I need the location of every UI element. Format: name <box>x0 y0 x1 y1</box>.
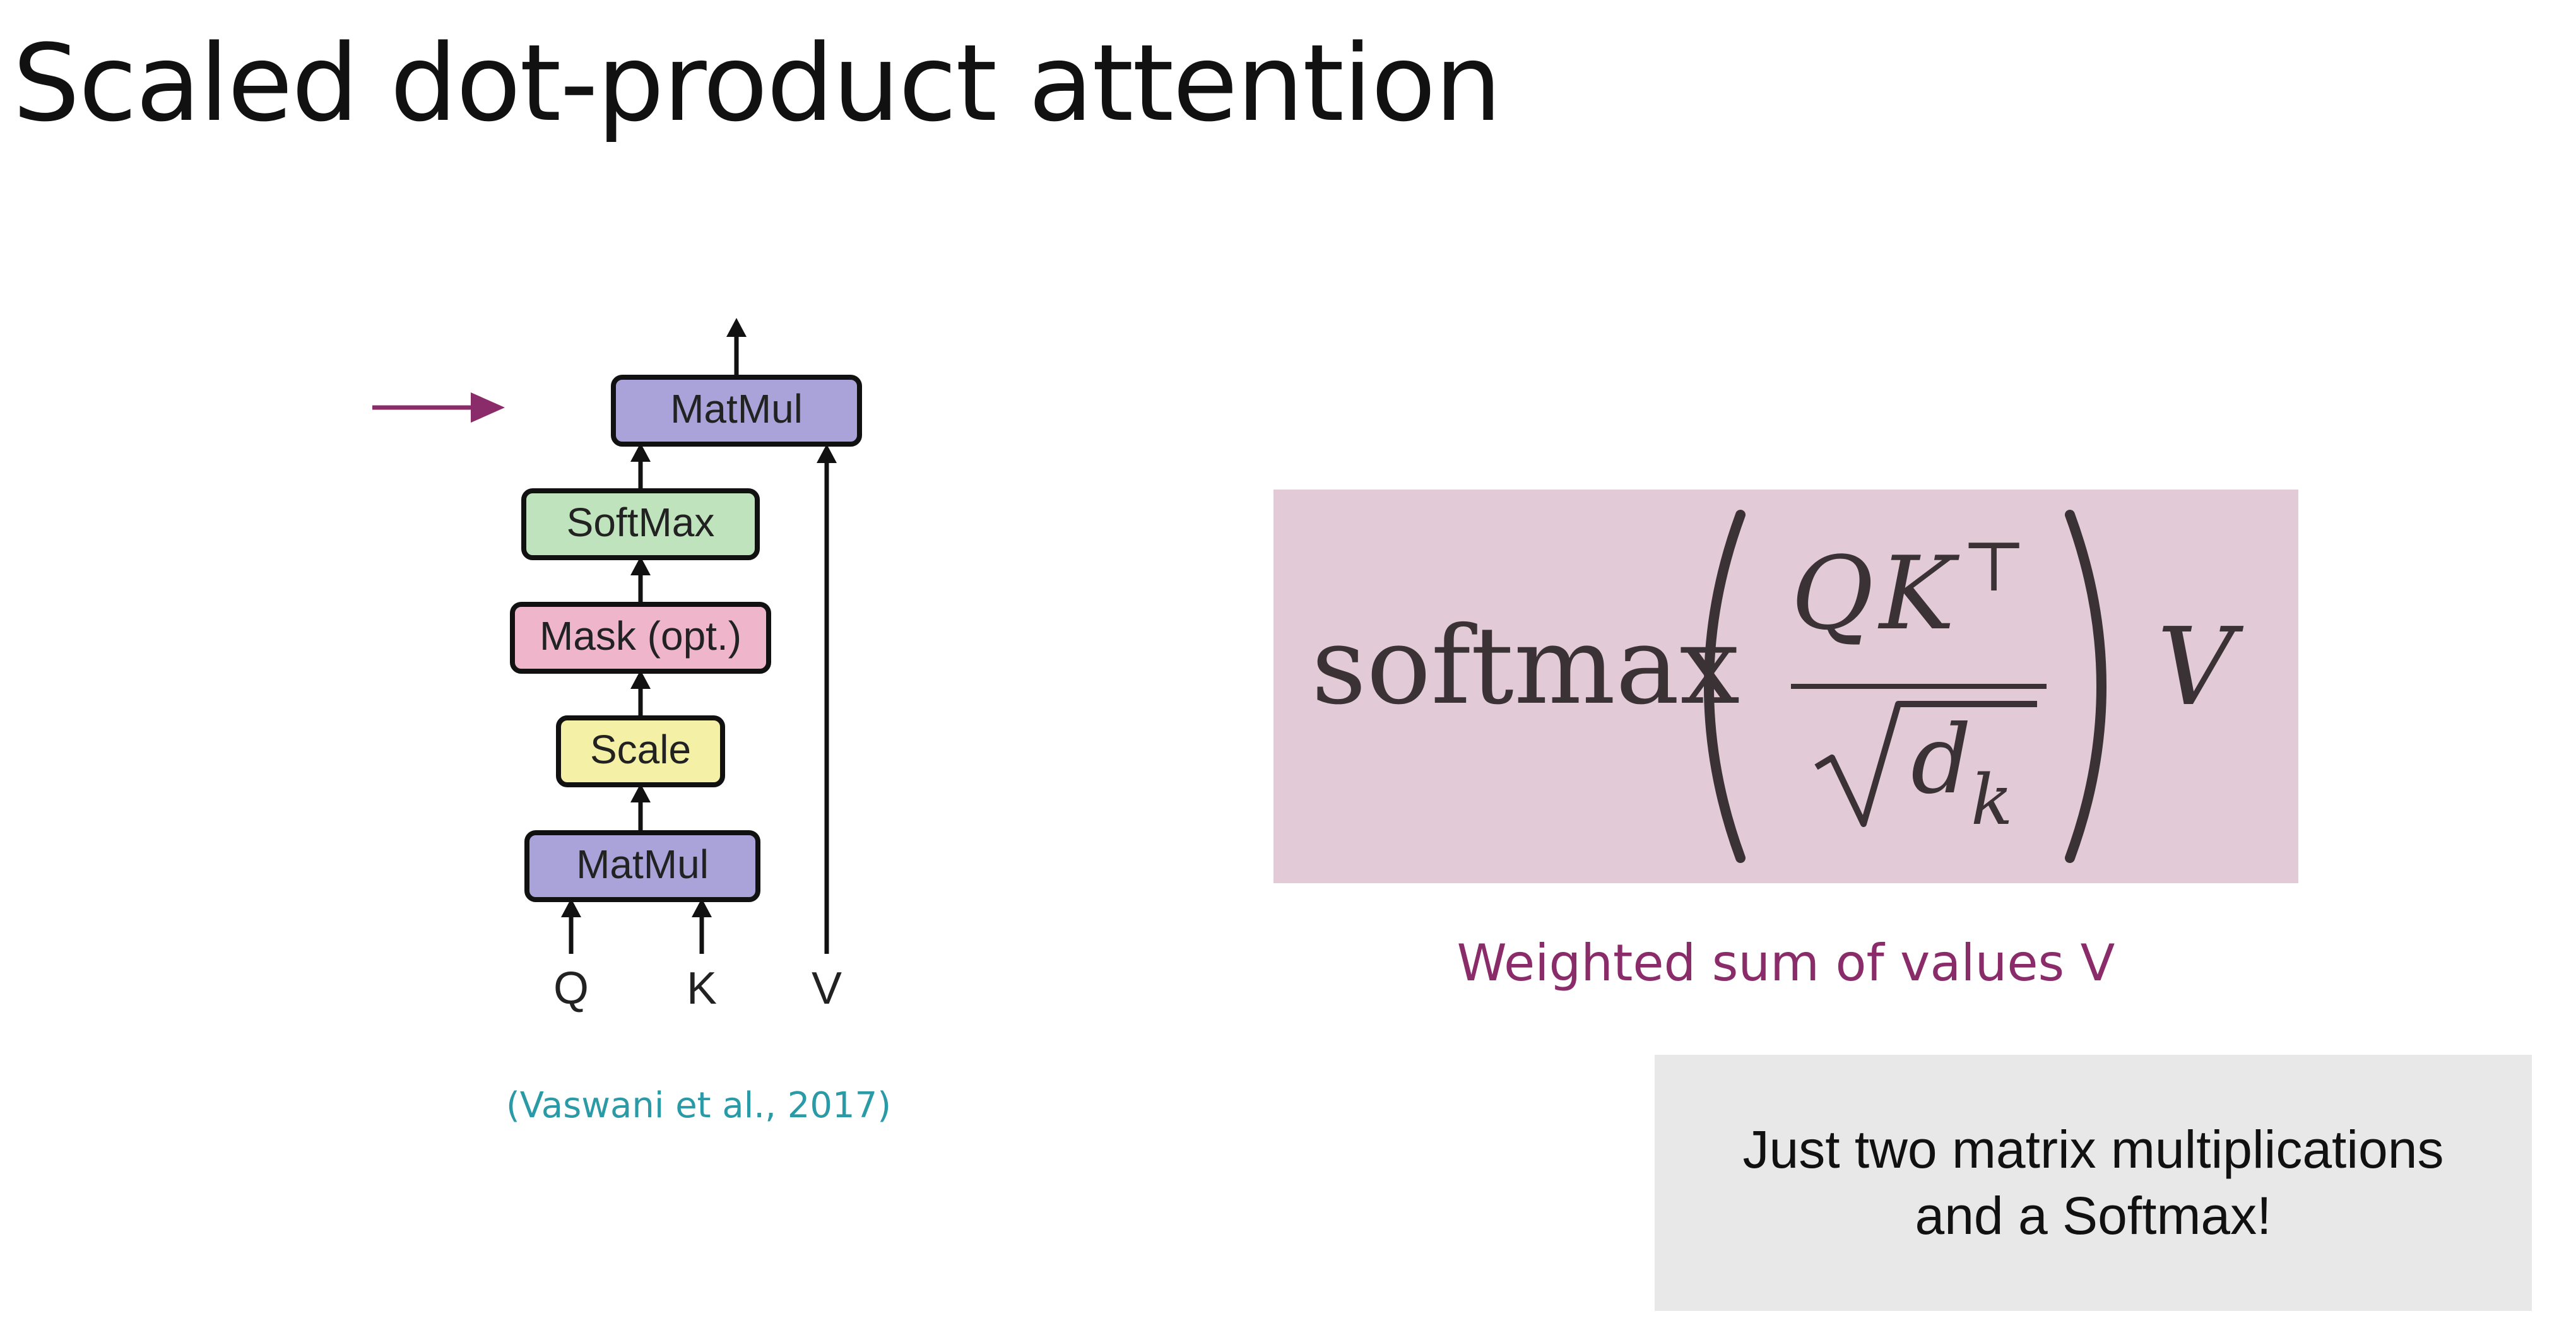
formula-box: softmax Q K ⊤ d k V <box>1273 490 2298 883</box>
mask-label: Mask (opt.) <box>540 613 741 659</box>
scale-block: Scale <box>556 715 725 787</box>
arrow-mask-to-softmax <box>630 556 651 604</box>
formula-caption: Weighted sum of values V <box>1456 934 2115 992</box>
mask-block: Mask (opt.) <box>510 602 771 674</box>
matmul-top-label: MatMul <box>670 386 803 432</box>
pointer-arrow-icon <box>372 392 505 423</box>
arrow-scale-to-mask <box>630 670 651 718</box>
input-v-label: V <box>812 963 842 1014</box>
formula-k: K <box>1877 534 1960 652</box>
formula-dk-sub: k <box>1971 760 2013 840</box>
note-line-2: and a Softmax! <box>1915 1186 2272 1245</box>
formula-transpose: ⊤ <box>1961 526 2026 607</box>
formula-v: V <box>2157 605 2244 730</box>
matmul-bottom-label: MatMul <box>576 842 709 887</box>
right-paren-icon <box>2065 510 2106 863</box>
arrow-softmax-to-matmul <box>630 443 651 491</box>
note-line-1: Just two matrix multiplications <box>1742 1120 2444 1179</box>
matmul-bottom-block: MatMul <box>524 830 760 902</box>
softmax-label: SoftMax <box>567 500 715 545</box>
formula-q: Q <box>1791 534 1874 652</box>
output-arrow <box>726 318 747 376</box>
input-q-label: Q <box>553 963 589 1014</box>
arrow-matmul-to-scale <box>630 784 651 833</box>
matmul-top-block: MatMul <box>611 375 862 447</box>
arrow-v <box>817 444 837 954</box>
note-box: Just two matrix multiplications and a So… <box>1655 1055 2532 1311</box>
attention-formula: softmax Q K ⊤ d k V <box>1311 510 2244 863</box>
formula-softmax: softmax <box>1311 604 1740 729</box>
input-k-label: K <box>687 963 717 1014</box>
scale-label: Scale <box>590 727 691 772</box>
arrow-k <box>692 898 712 954</box>
formula-d: d <box>1911 705 1971 815</box>
citation: (Vaswani et al., 2017) <box>506 1085 891 1126</box>
softmax-block: SoftMax <box>521 488 760 560</box>
arrow-q <box>561 898 581 954</box>
note-text: Just two matrix multiplications and a So… <box>1683 1117 2503 1249</box>
